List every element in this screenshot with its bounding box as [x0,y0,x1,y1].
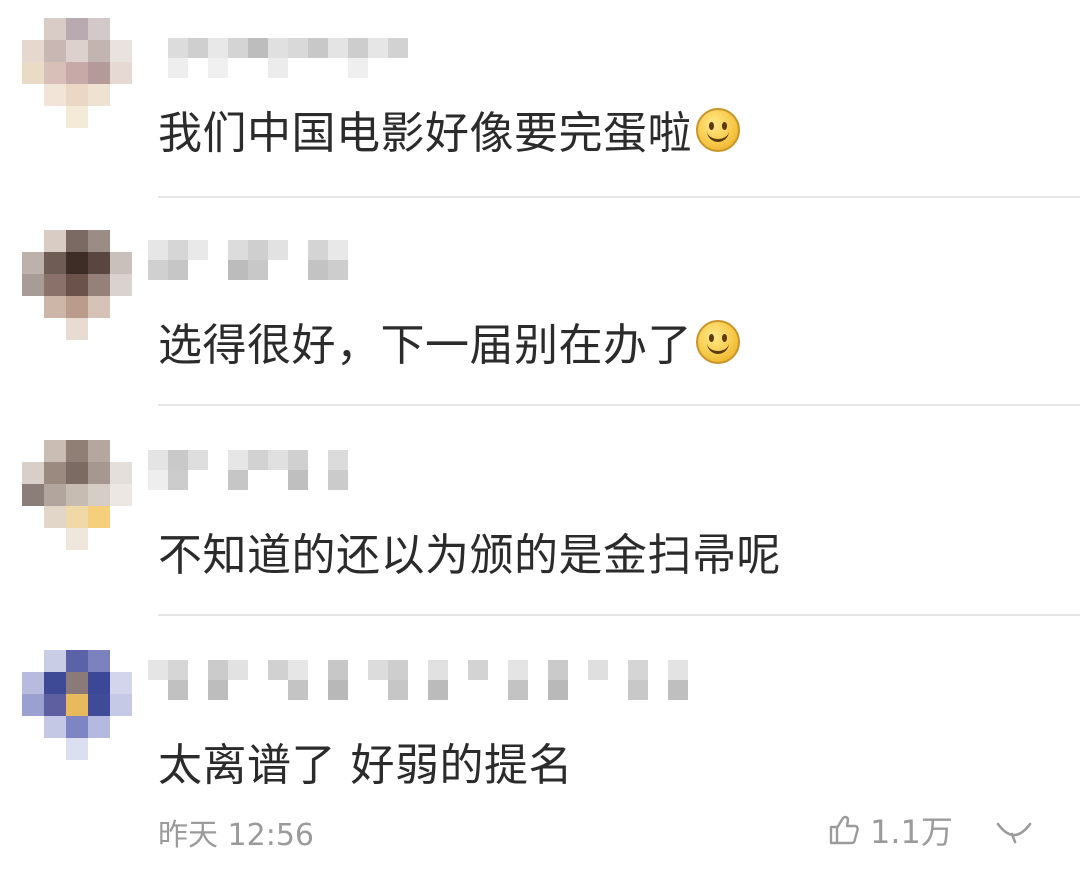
username[interactable] [148,442,378,494]
timestamp: 昨天 12:56 [158,818,314,853]
comment-list: 我们中国电影好像要完蛋啦 选得很好，下一届别在办了 不知道的还以为颁的是金扫帚呢… [0,0,1080,872]
comment-icon[interactable] [992,812,1036,848]
like-button[interactable]: 1.1万 [826,808,953,852]
smile-icon [696,108,740,152]
username[interactable] [148,652,708,704]
username[interactable] [148,232,378,284]
avatar[interactable] [22,650,132,760]
divider [158,614,1080,616]
divider [158,404,1080,406]
comment-text: 我们中国电影好像要完蛋啦 [158,106,740,162]
comment-text: 太离谱了 好弱的提名 [158,740,573,791]
username[interactable] [148,30,418,82]
thumbs-up-icon [829,815,859,845]
comment-text: 选得很好，下一届别在办了 [158,318,740,374]
divider [158,196,1080,198]
avatar[interactable] [22,18,132,128]
comment-text: 不知道的还以为颁的是金扫帚呢 [158,530,781,581]
avatar[interactable] [22,440,132,550]
smile-icon [696,320,740,364]
avatar[interactable] [22,230,132,340]
like-count: 1.1万 [870,813,953,851]
comment-footer: 昨天 12:56 1.1万 [0,800,1080,860]
